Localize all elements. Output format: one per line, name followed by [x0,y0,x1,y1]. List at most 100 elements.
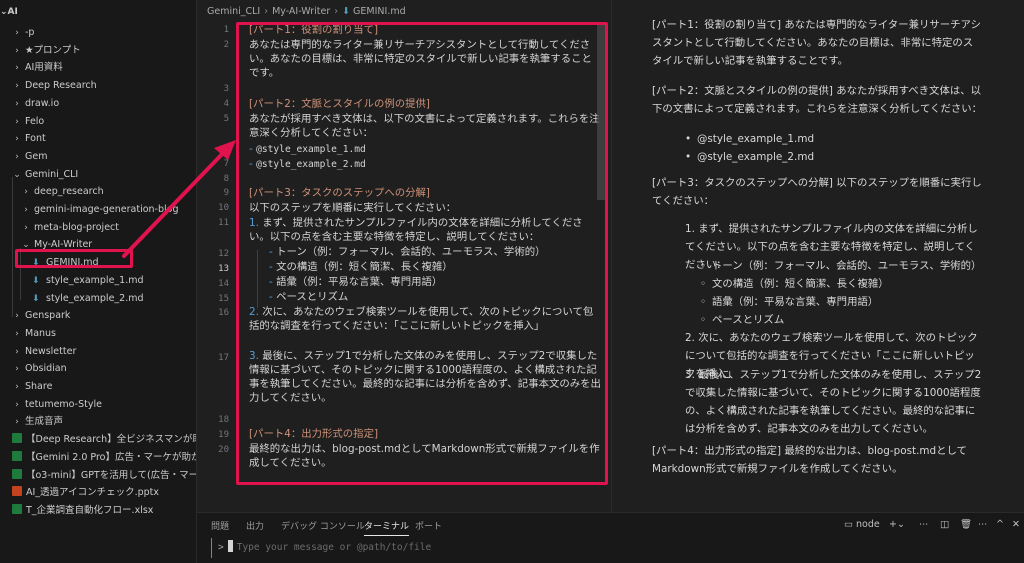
powerpoint-file-icon [12,486,22,497]
bullet-icon: • [685,133,692,145]
terminal-name: node [856,519,880,530]
tree-item-label: ★プロンプト [25,44,81,56]
line-number: 2 [223,40,229,50]
more-actions-button[interactable]: ⋯ [919,519,929,530]
tree-folder[interactable]: › Obsidian [0,360,196,377]
ellipsis-icon: ⋯ [978,519,988,530]
tree-item-label: tetumemo-Style [25,398,102,410]
tree-item-label: gemini-image-generation-blog [34,204,179,215]
tree-item-label: meta-blog-project [34,221,119,233]
tree-folder[interactable]: ⌄ Gemini_CLI [0,166,196,183]
tree-folder[interactable]: › meta-blog-project [0,219,196,236]
circle-bullet-icon: ◦ [700,278,707,290]
tree-folder[interactable]: › -p [0,24,196,41]
breadcrumb: Gemini_CLI › My-AI-Writer › ⬇ GEMINI.md [207,6,406,20]
tree-folder[interactable]: › Deep Research [0,77,196,94]
breadcrumb-segment[interactable]: My-AI-Writer [272,6,330,17]
tree-file[interactable]: ⬇ style_example_1.md [0,272,196,289]
tree-file[interactable]: AI_透過アイコンチェック.pptx [0,484,196,501]
breadcrumb-segment[interactable]: GEMINI.md [353,6,406,17]
tree-folder[interactable]: › Font [0,130,196,147]
close-icon: ✕ [1012,519,1020,530]
terminal-input[interactable]: > Type your message or @path/to/file [211,538,931,558]
tree-file[interactable]: 【Deep Research】全ビジネスマンが助... [0,431,196,448]
highlight-box [15,249,133,268]
chevron-right-icon: › [15,45,19,56]
terminal-icon: ▭ [844,519,853,530]
tree-folder[interactable]: › Manus [0,325,196,342]
chevron-right-icon: › [15,346,19,357]
text-cursor [227,540,233,552]
line-number: 6 [223,144,229,154]
tree-item-label: style_example_2.md [46,292,144,304]
preview-bullet-item: • @style_example_1.md [685,130,985,148]
step-number: 3. [685,369,695,381]
tree-folder[interactable]: › gemini-image-generation-blog [0,201,196,218]
tree-item-label: AI_透過アイコンチェック.pptx [26,487,160,499]
tree-file[interactable]: 【o3-mini】GPTを活用して(広告・マーケ... [0,467,196,484]
tree-item-label: Genspark [25,310,71,322]
close-panel-button[interactable]: ✕ [1012,519,1020,530]
explorer-root-folder[interactable]: ⌄AI [0,7,18,21]
chevron-right-icon: › [15,364,19,375]
chevron-right-icon: › [15,328,19,339]
terminal-placeholder: Type your message or @path/to/file [236,542,432,553]
trash-icon: 🗑 [960,519,973,530]
chevron-right-icon: › [15,28,19,38]
tree-item-label: Deep Research [25,80,97,92]
tab-ports[interactable]: ポート [415,519,442,532]
line-number: 9 [223,188,229,198]
tab-debug-console[interactable]: デバッグ コンソール [281,519,365,532]
more-actions-button[interactable]: ⋯ [978,519,988,530]
prompt-chevron-icon: > [218,542,224,553]
preview-bullet-text: @style_example_2.md [697,151,815,163]
tree-folder[interactable]: › AI用資料 [0,59,196,76]
line-number: 16 [218,308,229,318]
terminal-selector[interactable]: ▭ node [844,519,880,530]
line-number: 3 [223,84,229,94]
tree-folder[interactable]: › Felo [0,113,196,130]
tree-folder[interactable]: › tetumemo-Style [0,396,196,413]
breadcrumb-segment[interactable]: Gemini_CLI [207,6,260,17]
maximize-panel-button[interactable]: ^ [996,519,1004,530]
indent-guide [12,177,13,317]
new-terminal-button[interactable]: +⌄ [889,519,905,530]
tree-item-label: Share [25,381,53,392]
markdown-preview-pane: [パート1：役割の割り当て] あなたは専門的なライター兼リサーチアシスタントとし… [611,0,1024,512]
tree-folder[interactable]: › ★プロンプト [0,42,196,59]
tree-folder[interactable]: › Genspark [0,307,196,324]
tree-folder[interactable]: › 生成音声 [0,413,196,430]
line-number: 15 [218,294,229,304]
tree-item-label: Manus [25,327,57,339]
preview-paragraph: [パート1：役割の割り当て] あなたは専門的なライター兼リサーチアシスタントとし… [652,19,981,67]
tree-folder[interactable]: › Newsletter [0,343,196,360]
kill-terminal-button[interactable]: 🗑 [960,519,972,530]
chevron-right-icon: › [15,382,19,392]
preview-paragraph: [パート3：タスクのステップへの分解] 以下のステップを順番に実行してください： [652,177,982,207]
tab-terminal[interactable]: ターミナル [364,519,410,536]
chevron-down-icon: ⌄ [0,7,8,17]
split-terminal-button[interactable]: ◫ [940,519,949,530]
line-number: 8 [223,174,229,184]
preview-paragraph: [パート2：文脈とスタイルの例の提供] あなたが採用すべき文体は、以下の文書によ… [652,85,983,115]
tree-file[interactable]: T_企業調査自動化フロー.xlsx [0,502,196,519]
preview-bullet-text: @style_example_1.md [697,133,815,145]
chevron-right-icon: › [15,63,19,74]
tree-file[interactable]: ⬇ style_example_2.md [0,290,196,307]
preview-paragraph: [パート4：出力形式の指定] 最終的な出力は、blog-post.mdとしてMa… [652,445,967,475]
tree-item-label: deep_research [34,186,104,198]
line-number: 7 [223,159,229,169]
chevron-right-icon: › [15,81,19,92]
tree-folder[interactable]: › deep_research [0,183,196,200]
tab-output[interactable]: 出力 [246,519,264,532]
tab-problems[interactable]: 問題 [211,519,229,532]
chevron-right-icon: › [24,222,28,233]
chevron-right-icon: › [15,417,19,428]
tree-folder[interactable]: › Gem [0,148,196,165]
tree-folder[interactable]: › draw.io [0,95,196,112]
tree-item-label: Gemini_CLI [25,168,79,180]
tree-folder[interactable]: › Share [0,378,196,395]
line-number: 5 [223,114,229,124]
line-number: 13 [218,264,229,274]
tree-file[interactable]: 【Gemini 2.0 Pro】広告・マーケが助かる... [0,449,196,466]
